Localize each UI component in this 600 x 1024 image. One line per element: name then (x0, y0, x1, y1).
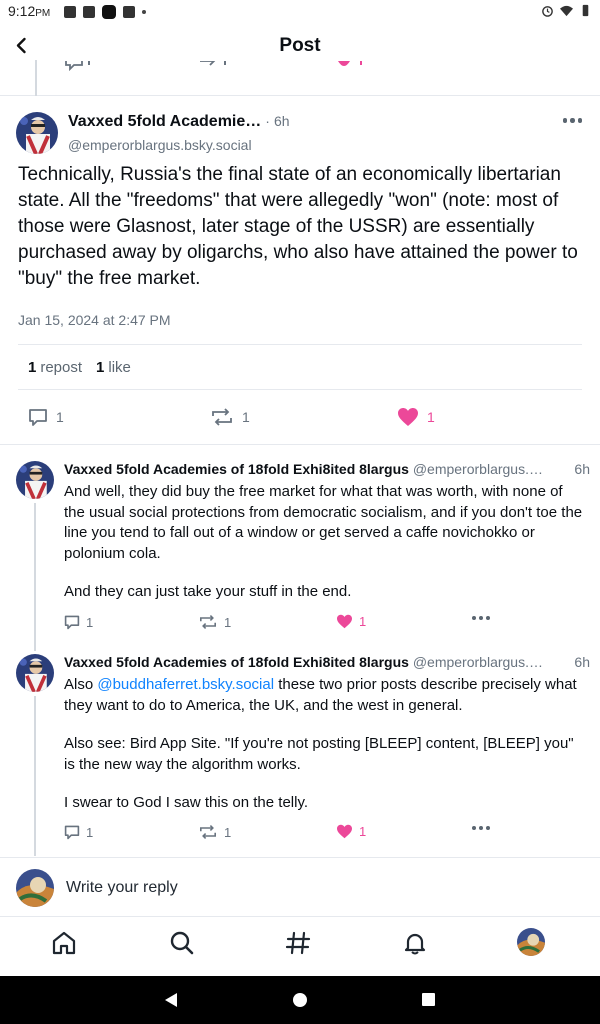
system-nav-bar (0, 976, 600, 1024)
system-status-icons (541, 4, 592, 17)
thread-line (34, 503, 36, 651)
post-text: Technically, Russia's the final state of… (18, 164, 578, 289)
repost-icon (200, 615, 216, 629)
author-name[interactable]: Vaxxed 5fold Academies of 18fold Exhi8it… (64, 654, 409, 670)
reply-actions: 1 1 1 (64, 824, 504, 842)
post-actions: 1 1 1 (28, 405, 548, 429)
parent-reply-icon (64, 60, 94, 72)
like-button[interactable]: 1 (336, 824, 366, 839)
repost-button[interactable]: 1 (210, 407, 250, 427)
heart-icon (337, 824, 352, 839)
reply-actions: 1 1 1 (64, 614, 504, 632)
heart-icon (398, 408, 418, 426)
author-handle[interactable]: @emperorblargus.bsky.social (68, 137, 252, 153)
app-icon (102, 5, 116, 19)
author-name[interactable]: Vaxxed 5fold Academie… (68, 113, 261, 131)
reply-button[interactable]: 1 (28, 407, 64, 427)
reply-text: And well, they did buy the free market f… (64, 482, 584, 621)
post-date: Jan 15, 2024 at 2:47 PM (18, 312, 171, 328)
reply-author-row: Vaxxed 5fold Academies of 18fold Exhi8it… (64, 461, 590, 477)
reply-icon (64, 615, 80, 630)
thread-line (34, 696, 36, 856)
post-stats: 1 repost 1 like (18, 344, 582, 390)
like-button[interactable]: 1 (336, 614, 366, 629)
post-time: 6h (273, 113, 290, 129)
status-bar: 9:12PM (0, 0, 600, 24)
repost-icon (200, 825, 216, 839)
heart-icon (337, 614, 352, 629)
divider (0, 444, 600, 445)
bottom-nav (0, 916, 600, 976)
author-name[interactable]: Vaxxed 5fold Academies of 18fold Exhi8it… (64, 461, 409, 477)
repost-button[interactable]: 1 (198, 614, 231, 630)
reply-button[interactable]: 1 (64, 824, 93, 840)
reply-paragraph: And they can just take your stuff in the… (64, 583, 352, 600)
bell-icon[interactable] (402, 930, 428, 956)
avatar[interactable] (16, 112, 58, 154)
avatar[interactable] (16, 654, 54, 692)
page-title: Post (279, 35, 321, 56)
system-back-icon[interactable] (163, 992, 179, 1008)
reply-paragraph: Also see: Bird App Site. "If you're not … (64, 735, 574, 773)
author-row: Vaxxed 5fold Academie… · 6h (68, 113, 290, 131)
repost-icon (212, 408, 232, 426)
wifi-icon (560, 5, 573, 17)
avatar[interactable] (16, 461, 54, 499)
reply-post[interactable]: Vaxxed 5fold Academies of 18fold Exhi8it… (0, 461, 600, 651)
time-separator: · (265, 113, 270, 129)
reply-composer[interactable]: Write your reply (0, 858, 600, 916)
repost-button[interactable]: 1 (198, 824, 231, 840)
system-recents-icon[interactable] (421, 992, 436, 1007)
youtube-icon (83, 6, 95, 18)
reply-button[interactable]: 1 (64, 614, 93, 630)
like-button[interactable]: 1 (397, 407, 435, 427)
parent-heart-icon (336, 60, 376, 72)
reply-input[interactable]: Write your reply (66, 879, 178, 897)
parent-post-remnant (0, 60, 600, 96)
more-icon[interactable] (562, 118, 582, 123)
profile-avatar[interactable] (517, 928, 545, 956)
author-handle[interactable]: @emperorblargus.… (413, 461, 543, 477)
thread-line (35, 60, 37, 96)
author-handle[interactable]: @emperorblargus.… (413, 654, 543, 670)
reply-text: Also @buddhaferret.bsky.social these two… (64, 675, 584, 832)
news-icon (64, 6, 76, 18)
hashtag-icon[interactable] (285, 930, 311, 956)
alarm-icon (542, 6, 553, 17)
reply-post[interactable]: Vaxxed 5fold Academies of 18fold Exhi8it… (0, 654, 600, 856)
like-stat[interactable]: 1 like (96, 359, 131, 376)
search-icon[interactable] (169, 930, 195, 956)
more-notifications-icon (142, 10, 146, 14)
reply-paragraph: Also @buddhaferret.bsky.social these two… (64, 676, 577, 714)
home-icon[interactable] (51, 930, 77, 956)
notification-icons (64, 5, 146, 19)
my-avatar (16, 869, 54, 907)
parent-repost-icon (196, 60, 236, 72)
system-home-icon[interactable] (292, 992, 308, 1008)
battery-icon (582, 4, 589, 17)
more-icon[interactable] (472, 616, 490, 620)
reply-icon (29, 409, 47, 426)
reply-paragraph: And well, they did buy the free market f… (64, 483, 583, 562)
reply-time: 6h (572, 461, 590, 477)
reply-icon (64, 825, 80, 840)
status-time: 9:12PM (8, 3, 51, 19)
reply-paragraph: I swear to God I saw this on the telly. (64, 794, 308, 811)
youtube-icon (123, 6, 135, 18)
more-icon[interactable] (472, 826, 490, 830)
reply-author-row: Vaxxed 5fold Academies of 18fold Exhi8it… (64, 654, 590, 670)
reply-time: 6h (572, 654, 590, 670)
mention-link[interactable]: @buddhaferret.bsky.social (97, 676, 274, 693)
repost-stat[interactable]: 1 repost (28, 359, 82, 376)
